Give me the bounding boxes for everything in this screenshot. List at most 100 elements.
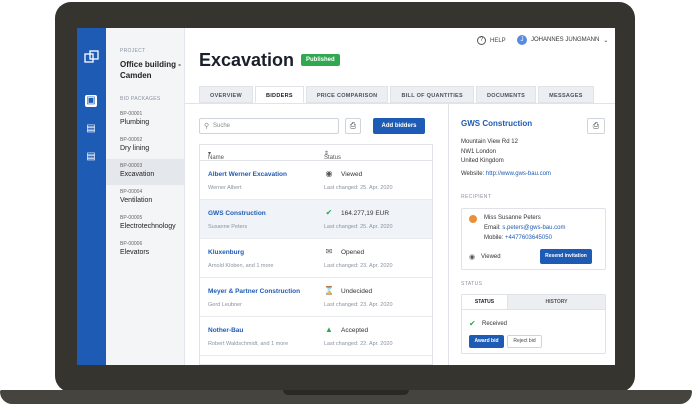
bidder-detail-panel: GWS Construction ⎙ Mountain View Rd 12 N… (448, 104, 615, 365)
col-name-header[interactable]: Name ▾ (208, 150, 224, 161)
tab-documents[interactable]: DOCUMENTS (475, 86, 537, 103)
bid-package-item[interactable]: BP-00006 Elevators (106, 237, 184, 263)
bidder-name[interactable]: Nother-Bau (208, 327, 243, 334)
col-status-header[interactable]: Status ⇕ (324, 150, 341, 161)
address-line: NW1 London (461, 148, 497, 155)
bid-package-item[interactable]: BP-00005 Electrotechnology (106, 211, 184, 237)
bid-package-item-active[interactable]: BP-00003 Excavation (106, 159, 184, 185)
project-sidebar: PROJECT Office building - Camden BID PAC… (106, 28, 185, 365)
bidder-contact: Werner Albert (208, 185, 242, 191)
bidder-contact: Susanne Peters (208, 224, 248, 230)
status-section-label: STATUS (461, 281, 483, 287)
tab-bill-of-quantities[interactable]: BILL OF QUANTITIES (390, 86, 474, 103)
last-changed: Last changed: 23. Apr. 2020 (324, 263, 393, 269)
bid-package-item[interactable]: BP-00004 Ventilation (106, 185, 184, 211)
package-name: Electrotechnology (120, 223, 176, 230)
page-title: Excavation (199, 50, 295, 70)
avatar: J (517, 35, 527, 45)
bidders-table: Name ▾ Status ⇕ Albert Werner Excavation… (199, 144, 433, 365)
table-row[interactable]: GWS Construction Susanne Peters ✔ 164.27… (200, 200, 432, 239)
bidder-name[interactable]: GWS Construction (208, 210, 266, 217)
bidder-contact: Arnold Kloben, and 1 more (208, 263, 274, 269)
bidder-name[interactable]: Kluxenburg (208, 249, 244, 256)
reject-bid-button[interactable]: Reject bid (507, 335, 542, 348)
user-menu[interactable]: J JOHANNES JUNGMANN ⌄ (517, 35, 608, 45)
help-icon: ? (477, 36, 486, 45)
received-status: Received (482, 321, 508, 327)
company-website: Website: http://www.gws-bau.com (461, 171, 551, 177)
bid-package-item[interactable]: BP-00001 Plumbing (106, 107, 184, 133)
tab-status[interactable]: STATUS (462, 295, 508, 309)
app-logo-icon[interactable] (84, 50, 99, 65)
table-header: Name ▾ Status ⇕ (200, 145, 432, 161)
mobile-link[interactable]: +4477603645050 (505, 235, 552, 241)
recipient-avatar (469, 215, 477, 223)
recipient-mobile: Mobile: +4477603645050 (484, 235, 552, 241)
eye-icon: ◉ (469, 254, 476, 261)
toolbox-icon[interactable]: ▤ (85, 123, 97, 135)
detail-print-button[interactable]: ⎙ (587, 118, 605, 134)
bidder-status: Viewed (341, 171, 363, 178)
bidder-status: Accepted (341, 327, 369, 334)
bid-package-item[interactable]: BP-00002 Dry lining (106, 133, 184, 159)
tab-overview[interactable]: OVERVIEW (199, 86, 253, 103)
help-link[interactable]: ? HELP (477, 36, 506, 45)
search-input[interactable]: ⚲ Suche (199, 118, 339, 134)
envelope-open-icon: ✉ (325, 247, 333, 256)
tab-history[interactable]: HISTORY (508, 295, 605, 309)
tab-messages[interactable]: MESSAGES (538, 86, 594, 103)
app-screen: ▣ ▤ ▤ PROJECT Office building - Camden B… (77, 28, 615, 365)
detail-company-name: GWS Construction (461, 119, 533, 128)
add-bidders-button[interactable]: Add bidders (373, 118, 425, 134)
bidder-contact: Gerd Leubner (208, 302, 242, 308)
package-name: Plumbing (120, 119, 150, 126)
table-row[interactable]: Kluxenburg Arnold Kloben, and 1 more ✉ O… (200, 239, 432, 278)
resend-invitation-button[interactable]: Resend invitation (540, 249, 592, 264)
website-label: Website: (461, 171, 485, 177)
bidder-status: Opened (341, 249, 365, 256)
laptop-notch (283, 390, 409, 395)
status-card: STATUS HISTORY ✔ Received Award bid Reje… (461, 294, 606, 354)
check-circle-icon: ✔ (325, 208, 333, 217)
tab-bar: OVERVIEW BIDDERS PRICE COMPARISON BILL O… (199, 86, 596, 103)
package-code: BP-00001 (120, 111, 143, 117)
document-icon[interactable]: ▤ (85, 151, 97, 163)
package-code: BP-00003 (120, 163, 143, 169)
recipient-status: Viewed (481, 254, 501, 260)
chevron-down-icon: ⌄ (603, 37, 609, 44)
website-link[interactable]: http://www.gws-bau.com (486, 171, 551, 177)
help-label: HELP (490, 37, 506, 44)
recipient-section-label: RECIPIENT (461, 194, 492, 200)
briefcase-icon[interactable]: ▣ (85, 95, 97, 107)
email-link[interactable]: s.peters@gws-bau.com (502, 225, 565, 231)
status-badge: Published (301, 54, 340, 66)
printer-icon: ⎙ (349, 121, 357, 130)
bidder-status: Undecided (341, 288, 373, 295)
award-bid-button[interactable]: Award bid (469, 335, 504, 348)
bidder-name[interactable]: Meyer & Partner Construction (208, 288, 300, 295)
table-row[interactable]: Albert Werner Excavation Werner Albert ◉… (200, 161, 432, 200)
print-button[interactable]: ⎙ (345, 118, 361, 134)
mobile-label: Mobile: (484, 235, 504, 241)
user-name: JOHANNES JUNGMANN (531, 37, 600, 43)
table-row[interactable]: Meyer & Partner Construction Gerd Leubne… (200, 278, 432, 317)
printer-icon: ⎙ (592, 121, 600, 130)
hourglass-icon: ⌛ (324, 286, 334, 295)
last-changed: Last changed: 25. Apr. 2020 (324, 185, 393, 191)
address-line: United Kingdom (461, 158, 504, 164)
recipient-name: Miss Susanne Peters (484, 215, 541, 221)
bidder-contact: Robert Waldschmidt, and 1 more (208, 341, 289, 347)
bidder-status: 164.277,19 EUR (341, 210, 390, 217)
bid-packages-label: BID PACKAGES (120, 96, 161, 102)
tab-bidders[interactable]: BIDDERS (254, 86, 304, 103)
project-name[interactable]: Office building - Camden (120, 59, 184, 81)
search-placeholder: Suche (213, 123, 231, 129)
package-code: BP-00005 (120, 215, 143, 221)
last-changed: Last changed: 25. Apr. 2020 (324, 224, 393, 230)
email-label: Email: (484, 225, 501, 231)
table-row[interactable]: Nother-Bau Robert Waldschmidt, and 1 mor… (200, 317, 432, 356)
tab-price-comparison[interactable]: PRICE COMPARISON (305, 86, 389, 103)
bidder-name[interactable]: Albert Werner Excavation (208, 171, 287, 178)
thumbs-up-icon: ▲ (325, 325, 333, 334)
address-line: Mountain View Rd 12 (461, 139, 518, 145)
